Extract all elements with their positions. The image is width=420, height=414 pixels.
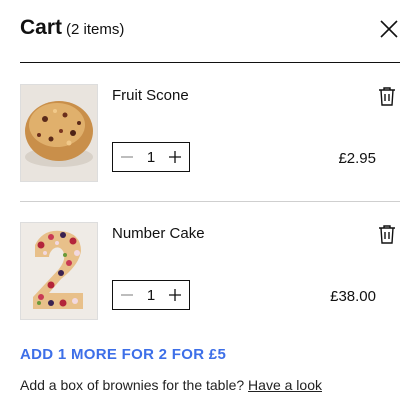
cart-title-text: Cart <box>20 16 63 39</box>
item-price: £38.00 <box>330 288 376 305</box>
item-name: Fruit Scone <box>112 87 189 104</box>
quantity-value[interactable]: 1 <box>147 287 155 304</box>
minus-icon[interactable] <box>119 287 135 303</box>
plus-icon[interactable] <box>167 149 183 165</box>
quantity-value[interactable]: 1 <box>147 149 155 166</box>
cart-item: Number Cake 1 £38.00 <box>20 222 400 342</box>
plus-icon[interactable] <box>167 287 183 303</box>
upsell-text: Add a box of brownies for the table? <box>20 377 245 393</box>
cart-title: Cart (2 items) <box>20 16 124 40</box>
item-price: £2.95 <box>338 150 376 167</box>
close-icon[interactable] <box>378 18 400 40</box>
cart-item: Fruit Scone 1 £2.95 <box>20 84 400 204</box>
upsell-message: Add a box of brownies for the table? Hav… <box>20 377 322 393</box>
item-divider <box>20 201 400 202</box>
trash-icon[interactable] <box>378 224 396 244</box>
number-cake-image <box>20 222 98 320</box>
cart-item-count: (2 items) <box>66 21 125 38</box>
scone-image <box>20 84 98 182</box>
cart-header: Cart (2 items) <box>20 14 400 48</box>
trash-icon[interactable] <box>378 86 396 106</box>
promo-link[interactable]: ADD 1 MORE FOR 2 FOR £5 <box>20 346 226 363</box>
item-name: Number Cake <box>112 225 205 242</box>
header-divider <box>20 62 400 63</box>
quantity-stepper: 1 <box>112 280 190 310</box>
have-a-look-link[interactable]: Have a look <box>248 377 322 393</box>
minus-icon[interactable] <box>119 149 135 165</box>
quantity-stepper: 1 <box>112 142 190 172</box>
